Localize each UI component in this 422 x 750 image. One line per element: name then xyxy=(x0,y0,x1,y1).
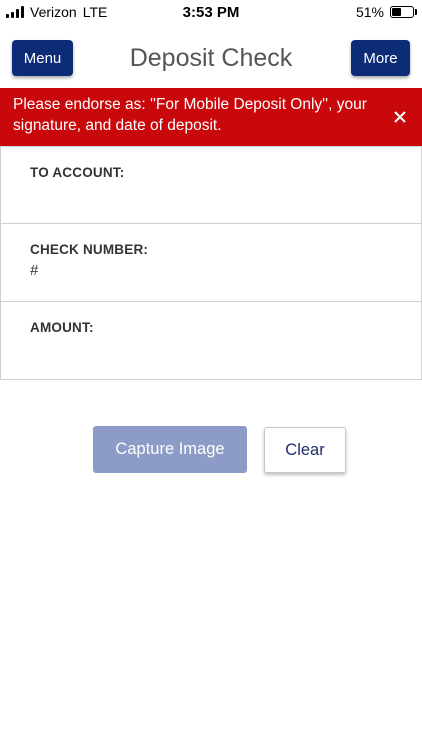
amount-label: AMOUNT: xyxy=(30,320,94,335)
check-number-value: # xyxy=(30,262,39,279)
battery-icon xyxy=(390,6,417,18)
to-account-value xyxy=(30,185,393,203)
alert-message: Please endorse as: ''For Mobile Deposit … xyxy=(13,96,367,134)
endorsement-alert: Please endorse as: ''For Mobile Deposit … xyxy=(0,88,422,146)
battery-percent: 51% xyxy=(355,4,384,20)
status-right: 51% xyxy=(355,4,417,20)
deposit-form: TO ACCOUNT: CHECK NUMBER: # AMOUNT: xyxy=(0,146,422,380)
status-bar: Verizon LTE 3:53 PM 51% xyxy=(0,0,422,24)
action-buttons: Capture Image Clear xyxy=(0,426,422,474)
clear-button[interactable]: Clear xyxy=(264,427,346,473)
amount-value xyxy=(30,340,393,358)
close-icon[interactable] xyxy=(390,107,410,127)
app-header: Menu Deposit Check More xyxy=(0,32,422,82)
capture-image-button[interactable]: Capture Image xyxy=(93,426,247,473)
check-number-label: CHECK NUMBER: xyxy=(30,242,149,257)
more-button[interactable]: More xyxy=(351,40,410,76)
to-account-label: TO ACCOUNT: xyxy=(30,165,125,180)
to-account-field[interactable]: TO ACCOUNT: xyxy=(0,146,422,224)
check-number-field[interactable]: CHECK NUMBER: # xyxy=(0,224,422,302)
amount-field[interactable]: AMOUNT: xyxy=(0,302,422,380)
